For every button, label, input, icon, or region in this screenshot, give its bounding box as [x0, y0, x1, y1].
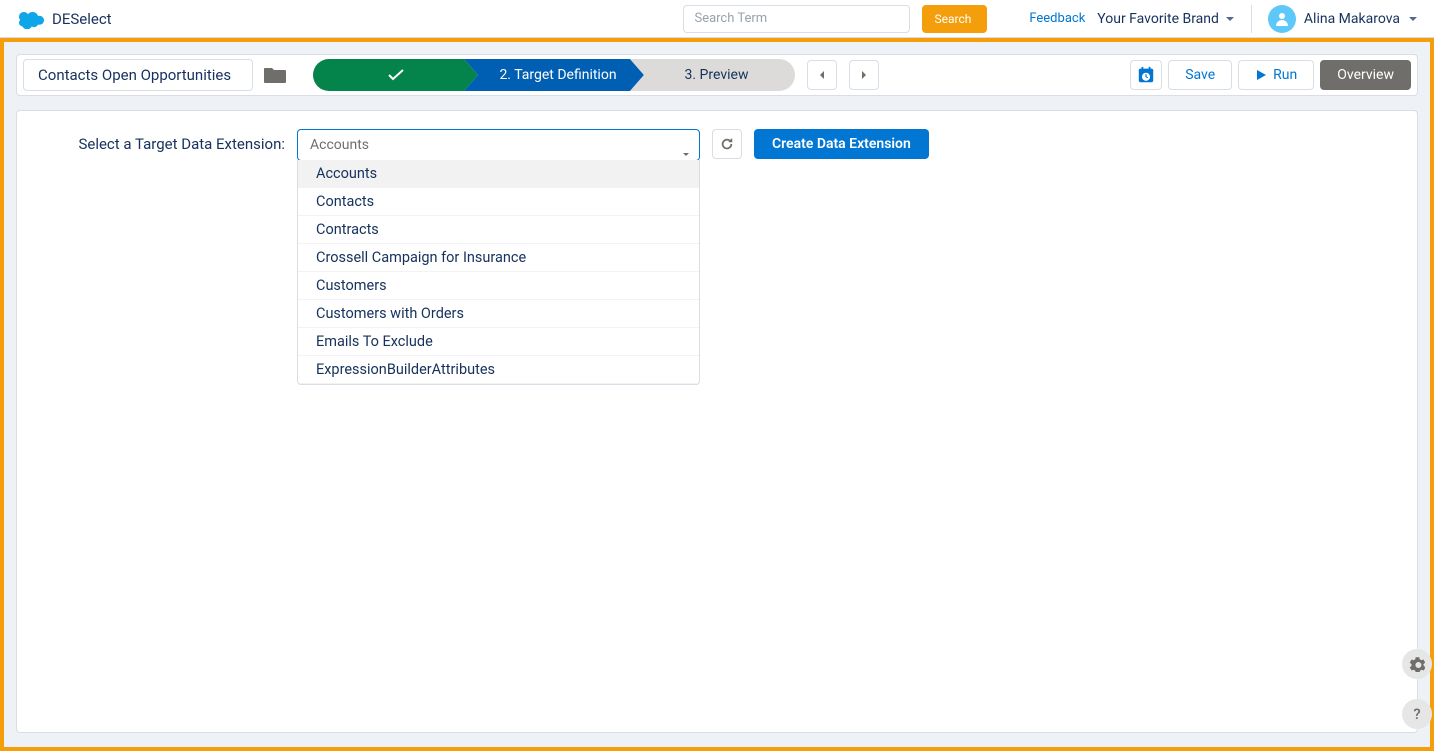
user-menu[interactable]: Alina Makarova	[1251, 5, 1418, 33]
target-de-label: Select a Target Data Extension:	[75, 129, 285, 153]
search-button-label: Search	[934, 12, 971, 26]
avatar	[1268, 5, 1296, 33]
overview-button[interactable]: Overview	[1320, 60, 1411, 90]
dropdown-option[interactable]: Customers with Orders	[298, 300, 699, 328]
step-progress: 2. Target Definition 3. Preview	[313, 59, 795, 91]
brand-section: DESelect	[16, 9, 112, 29]
search-button[interactable]: Search	[922, 5, 987, 33]
feedback-link[interactable]: Feedback	[1029, 11, 1085, 26]
user-icon	[1274, 11, 1290, 27]
help-float-button[interactable]: ?	[1402, 699, 1432, 729]
target-de-combobox: Accounts Contacts Contracts Crossell Cam…	[297, 129, 700, 161]
refresh-icon	[720, 137, 734, 151]
question-icon: ?	[1413, 705, 1420, 723]
step-1-completed[interactable]	[313, 59, 478, 91]
dropdown-option[interactable]: ExpressionBuilderAttributes	[298, 356, 699, 384]
selection-name[interactable]: Contacts Open Opportunities	[23, 59, 253, 91]
play-icon	[1255, 69, 1267, 81]
step-3-preview[interactable]: 3. Preview	[630, 59, 795, 91]
calendar-clock-icon	[1137, 66, 1155, 84]
run-button[interactable]: Run	[1238, 60, 1314, 90]
target-de-row: Select a Target Data Extension: Accounts…	[41, 129, 1393, 161]
step-2-target-definition[interactable]: 2. Target Definition	[464, 59, 644, 91]
settings-float-button[interactable]	[1402, 649, 1432, 679]
floating-buttons: ?	[1402, 649, 1432, 729]
dropdown-option[interactable]: Emails To Exclude	[298, 328, 699, 356]
chevron-down-icon	[1408, 14, 1418, 24]
step-prev-button[interactable]	[807, 60, 837, 90]
org-dropdown[interactable]: Your Favorite Brand	[1097, 11, 1235, 27]
folder-icon[interactable]	[263, 65, 287, 85]
dropdown-option[interactable]: Customers	[298, 272, 699, 300]
dropdown-option[interactable]: Accounts	[298, 160, 699, 188]
cloud-logo-icon	[16, 9, 44, 29]
dropdown-option[interactable]: Contacts	[298, 188, 699, 216]
brand-name: DESelect	[52, 10, 112, 28]
toolbar-actions: Save Run Overview	[1130, 60, 1411, 90]
org-dropdown-label: Your Favorite Brand	[1097, 11, 1219, 27]
overview-button-label: Overview	[1337, 67, 1394, 83]
chevron-left-icon	[818, 70, 826, 80]
save-button-label: Save	[1185, 67, 1215, 83]
header-right: Search Feedback Your Favorite Brand Alin…	[683, 5, 1418, 33]
search-input[interactable]	[683, 5, 910, 33]
save-button[interactable]: Save	[1168, 60, 1232, 90]
gear-icon	[1409, 656, 1425, 672]
schedule-button[interactable]	[1130, 60, 1162, 90]
app-content-wrapper: Contacts Open Opportunities 2. Target De…	[0, 38, 1434, 751]
dropdown-option[interactable]: Contracts	[298, 216, 699, 244]
create-data-extension-button[interactable]: Create Data Extension	[754, 129, 929, 159]
main-panel: Select a Target Data Extension: Accounts…	[16, 110, 1418, 733]
dropdown-option[interactable]: Crossell Campaign for Insurance	[298, 244, 699, 272]
run-button-label: Run	[1273, 67, 1297, 83]
target-de-input[interactable]	[297, 129, 700, 161]
target-de-dropdown[interactable]: Accounts Contacts Contracts Crossell Cam…	[297, 160, 700, 385]
refresh-button[interactable]	[712, 129, 742, 159]
check-icon	[387, 68, 405, 82]
top-header: DESelect Search Feedback Your Favorite B…	[0, 0, 1434, 38]
user-name: Alina Makarova	[1304, 11, 1400, 27]
step-next-button[interactable]	[849, 60, 879, 90]
chevron-right-icon	[860, 70, 868, 80]
chevron-down-icon	[1225, 14, 1235, 24]
toolbar: Contacts Open Opportunities 2. Target De…	[16, 54, 1418, 96]
